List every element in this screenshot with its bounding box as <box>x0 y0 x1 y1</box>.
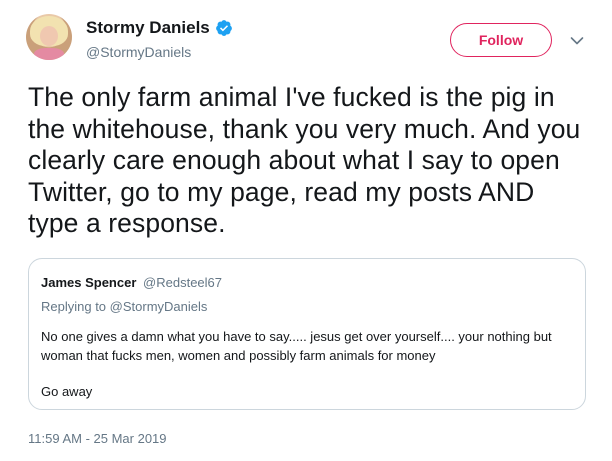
author-display-name[interactable]: Stormy Daniels <box>86 18 210 38</box>
quoted-tweet-handle: @Redsteel67 <box>143 275 222 290</box>
quoted-tweet[interactable]: James Spencer @Redsteel67 Replying to @S… <box>28 258 586 410</box>
verified-badge-icon <box>215 20 232 36</box>
replying-to-label: Replying to <box>41 299 107 314</box>
avatar-face <box>40 26 58 46</box>
author-name-row: Stormy Daniels <box>86 18 233 38</box>
tweet-card: Stormy Daniels @StormyDaniels Follow The… <box>0 0 612 461</box>
quoted-tweet-text-2: Go away <box>41 384 93 399</box>
tweet-text: The only farm animal I've fucked is the … <box>28 82 581 238</box>
chevron-down-icon[interactable] <box>570 36 584 46</box>
quoted-tweet-author: James Spencer @Redsteel67 <box>41 275 222 290</box>
quoted-tweet-text: No one gives a damn what you have to say… <box>41 329 552 363</box>
follow-button[interactable]: Follow <box>450 23 552 57</box>
avatar-clothing <box>34 48 64 60</box>
replying-to-handle[interactable]: @StormyDaniels <box>110 299 208 314</box>
quoted-tweet-replying-to: Replying to @StormyDaniels <box>41 299 207 314</box>
quoted-tweet-display-name: James Spencer <box>41 275 137 290</box>
avatar[interactable] <box>26 14 72 60</box>
tweet-timestamp[interactable]: 11:59 AM - 25 Mar 2019 <box>28 431 167 446</box>
author-handle[interactable]: @StormyDaniels <box>86 44 191 60</box>
